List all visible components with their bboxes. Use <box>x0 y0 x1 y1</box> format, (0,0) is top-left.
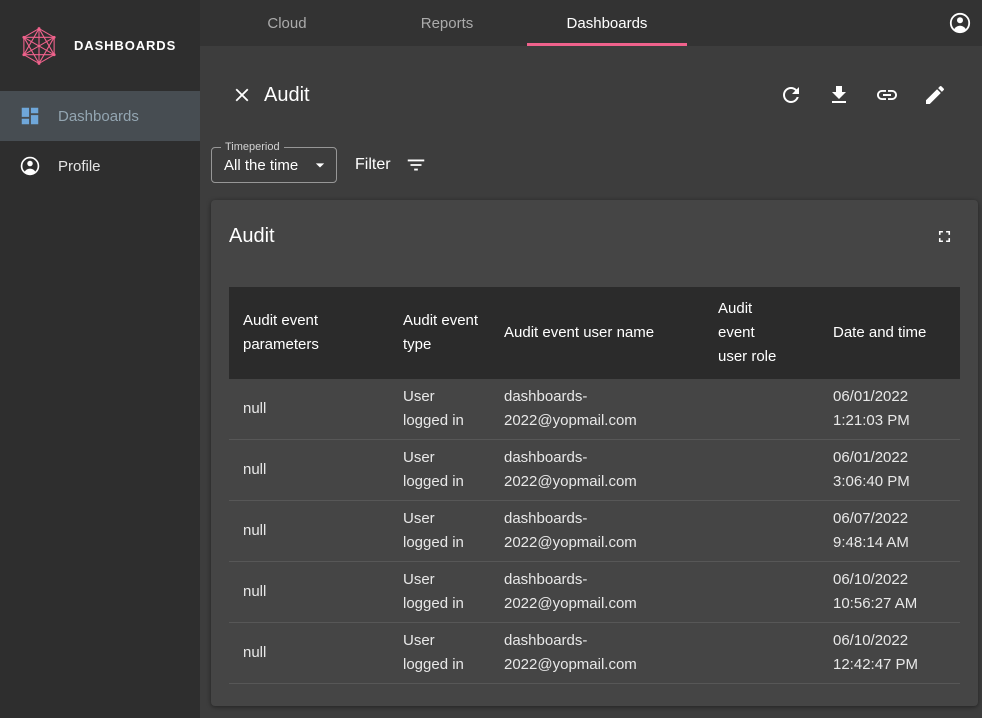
column-header-datetime: Date and time <box>819 311 960 355</box>
cell-params: null <box>229 574 389 610</box>
sidebar-item-dashboards[interactable]: Dashboards <box>0 91 200 141</box>
top-navigation: Cloud Reports Dashboards <box>200 0 982 46</box>
cell-username: dashboards-2022@yopmail.com <box>490 623 704 683</box>
table-row: null User logged in dashboards-2022@yopm… <box>229 623 960 684</box>
table-row: null User logged in dashboards-2022@yopm… <box>229 501 960 562</box>
tab-label: Dashboards <box>567 15 648 32</box>
sidebar: DASHBOARDS Dashboards <box>0 0 200 718</box>
cell-username: dashboards-2022@yopmail.com <box>490 440 704 500</box>
filter-label: Filter <box>355 156 391 174</box>
dashboard-grid-icon <box>19 105 41 127</box>
brand: DASHBOARDS <box>0 0 200 91</box>
table-row: null User logged in dashboards-2022@yopm… <box>229 379 960 440</box>
card-title: Audit <box>229 222 275 250</box>
cell-params: null <box>229 635 389 671</box>
timeperiod-label: Timeperiod <box>221 140 284 154</box>
tab-label: Reports <box>421 15 474 32</box>
refresh-icon[interactable] <box>779 83 803 107</box>
link-icon[interactable] <box>875 83 899 107</box>
cell-datetime: 06/01/2022 3:06:40 PM <box>819 440 960 500</box>
download-icon[interactable] <box>827 83 851 107</box>
tab-dashboards[interactable]: Dashboards <box>527 0 687 46</box>
app-window: DASHBOARDS Dashboards <box>0 0 982 718</box>
column-header-username: Audit event user name <box>490 311 704 355</box>
cell-type: User logged in <box>389 501 490 561</box>
close-icon[interactable] <box>231 84 253 106</box>
brand-logo-icon <box>17 24 61 68</box>
sidebar-nav: Dashboards Profile <box>0 91 200 191</box>
cell-params: null <box>229 452 389 488</box>
table-header-row: Audit event parameters Audit event type … <box>229 287 960 379</box>
cell-datetime: 06/10/2022 12:42:47 PM <box>819 623 960 683</box>
cell-type: User logged in <box>389 623 490 683</box>
cell-params: null <box>229 513 389 549</box>
tab-reports[interactable]: Reports <box>367 0 527 46</box>
cell-userrole <box>704 647 819 659</box>
timeperiod-value: All the time <box>224 157 310 174</box>
tab-cloud[interactable]: Cloud <box>207 0 367 46</box>
audit-card: Audit Audit event parameters Audit event… <box>211 200 978 706</box>
brand-name: DASHBOARDS <box>74 38 176 53</box>
filter-row: Timeperiod All the time Filter <box>211 147 427 183</box>
page-title: Audit <box>264 84 310 107</box>
cell-username: dashboards-2022@yopmail.com <box>490 379 704 439</box>
fullscreen-icon[interactable] <box>935 227 954 246</box>
account-icon[interactable] <box>948 11 972 35</box>
audit-table: Audit event parameters Audit event type … <box>229 287 960 684</box>
timeperiod-select[interactable]: Timeperiod All the time <box>211 147 337 183</box>
sidebar-item-label: Profile <box>58 158 101 175</box>
cell-datetime: 06/01/2022 1:21:03 PM <box>819 379 960 439</box>
filter-icon <box>405 154 427 176</box>
sidebar-item-profile[interactable]: Profile <box>0 141 200 191</box>
cell-username: dashboards-2022@yopmail.com <box>490 501 704 561</box>
cell-type: User logged in <box>389 562 490 622</box>
column-header-type: Audit event type <box>389 299 490 367</box>
view-header: Audit <box>231 76 947 114</box>
card-header: Audit <box>211 200 978 250</box>
cell-userrole <box>704 525 819 537</box>
tab-bar: Cloud Reports Dashboards <box>207 0 982 46</box>
cell-params: null <box>229 391 389 427</box>
tab-label: Cloud <box>267 15 306 32</box>
table-row: null User logged in dashboards-2022@yopm… <box>229 562 960 623</box>
column-header-params: Audit event parameters <box>229 299 389 367</box>
cell-userrole <box>704 586 819 598</box>
edit-pencil-icon[interactable] <box>923 83 947 107</box>
cell-type: User logged in <box>389 440 490 500</box>
table-row: null User logged in dashboards-2022@yopm… <box>229 440 960 501</box>
cell-userrole <box>704 403 819 415</box>
sidebar-item-label: Dashboards <box>58 108 139 125</box>
view-actions <box>779 83 947 107</box>
cell-userrole <box>704 464 819 476</box>
cell-datetime: 06/10/2022 10:56:27 AM <box>819 562 960 622</box>
column-header-userrole: Audit event user role <box>704 287 819 379</box>
person-circle-icon <box>19 155 41 177</box>
cell-username: dashboards-2022@yopmail.com <box>490 562 704 622</box>
cell-datetime: 06/07/2022 9:48:14 AM <box>819 501 960 561</box>
chevron-down-icon <box>310 155 330 175</box>
cell-type: User logged in <box>389 379 490 439</box>
filter-button[interactable]: Filter <box>355 154 427 176</box>
